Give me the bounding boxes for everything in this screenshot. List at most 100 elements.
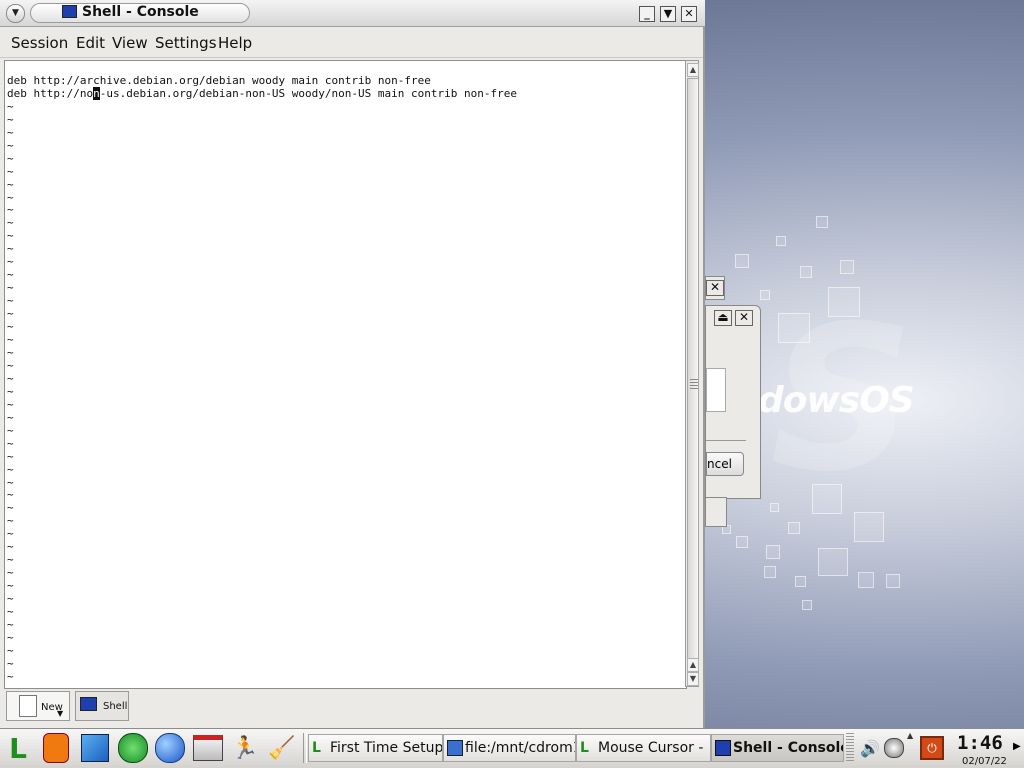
empty-line-marker: ~ [7,190,14,204]
network-icon[interactable] [882,732,906,764]
wallpaper-square [764,566,776,578]
empty-line-marker: ~ [7,553,14,567]
terminal-cursor: n [93,86,100,100]
empty-line-marker: ~ [7,345,14,359]
computer-box-icon[interactable] [79,732,111,764]
lindows-launcher-icon[interactable]: L [2,732,34,765]
menu-edit[interactable]: Edit [76,34,105,52]
globe-icon[interactable] [154,732,186,764]
clock[interactable]: 1:46 02/07/22 [951,731,1013,767]
lindows-task-icon: L [580,740,589,756]
vertical-scrollbar[interactable]: ▲ ▲ ▼ [685,60,699,687]
scroll-up-icon[interactable]: ▲ [687,63,699,77]
empty-line-marker: ~ [7,138,14,152]
empty-line-markers: ~ ~ ~ ~ ~ ~ ~ ~ ~ ~ ~ ~ ~ ~ ~ ~ ~ ~ ~ ~ ~ ~ ~ ~ ~ ~ ~ ~ ~ ~ ~ ~ ~ ~ ~ ~ ~ ~ ~ ~… [7,99,517,688]
taskbar-arrow-icon[interactable]: ▶ [1013,741,1021,752]
empty-line-marker: ~ [7,475,14,489]
scroll-down-icon[interactable]: ▼ [687,672,699,686]
new-session-button[interactable]: New ▼ [6,691,70,721]
empty-line-marker: ~ [7,643,14,657]
menu-session[interactable]: Session [11,34,68,52]
taskbar: L 🏃 🧹 L First Time Setup file:/mnt/cdrom… [0,728,1024,768]
wallpaper-square [840,260,854,274]
empty-line-marker: ~ [7,436,14,450]
wallpaper-square [854,512,884,542]
background-cancel-button[interactable]: ncel [706,452,744,476]
tray-arrow-icon[interactable]: ▲ [907,731,913,740]
wallpaper-square [736,536,748,548]
empty-line-marker: ~ [7,99,14,113]
broom-icon[interactable]: 🧹 [266,732,298,764]
task-mouse-cursor[interactable]: L Mouse Cursor - [576,734,711,762]
tab-shell[interactable]: Shell [75,691,129,721]
wallpaper-square [766,545,780,559]
speaker-icon[interactable]: 🔊 [858,732,882,764]
scroll-up-icon[interactable]: ▲ [687,658,699,672]
wallpaper-square [735,254,749,268]
empty-line-marker: ~ [7,281,14,295]
background-divider [706,440,746,441]
life-jacket-icon[interactable] [40,732,72,764]
empty-line-marker: ~ [7,384,14,398]
mail-icon[interactable] [192,732,224,764]
console-task-icon [715,740,731,756]
menu-bar: Session Edit View Settings Help [0,27,703,58]
background-dialog: ⏏ ✕ ncel [705,305,761,499]
background-dialog-back: ✕ [705,276,725,300]
wallpaper-square [886,574,900,588]
empty-line-marker: ~ [7,333,14,347]
empty-line-marker: ~ [7,242,14,256]
empty-line-marker: ~ [7,294,14,308]
background-dialog-field[interactable] [706,368,726,412]
empty-line-marker: ~ [7,592,14,606]
wallpaper-square [778,313,810,343]
folder-icon [447,740,463,756]
task-label: file:/mnt/cdrom1 [465,740,576,756]
menu-settings[interactable]: Settings [155,34,217,52]
empty-line-marker: ~ [7,358,14,372]
window-menu-icon[interactable]: ▼ [6,4,25,23]
maximize-button[interactable]: ▼ [660,6,676,22]
empty-line-marker: ~ [7,371,14,385]
close-button[interactable]: ✕ [681,6,697,22]
empty-line-marker: ~ [7,229,14,243]
scrollbar-thumb[interactable] [687,78,699,660]
terminal-line: deb http://non-us.debian.org/debian-non-… [7,86,517,101]
menu-help[interactable]: Help [218,34,252,52]
task-label: Mouse Cursor - [598,740,704,756]
minimize-button[interactable]: _ [639,6,655,22]
menu-view[interactable]: View [112,34,148,52]
empty-line-marker: ~ [7,605,14,619]
new-document-icon [19,695,37,717]
power-icon[interactable]: ⏻ [918,732,946,764]
background-shade-icon[interactable]: ⏏ [714,310,732,326]
task-file-manager[interactable]: file:/mnt/cdrom1 [443,734,576,762]
clock-time: 1:46 [957,732,1003,754]
wallpaper-square [788,522,800,534]
empty-line-marker: ~ [7,268,14,282]
background-close-icon[interactable]: ✕ [735,310,753,326]
lindows-task-icon: L [312,740,321,756]
run-person-icon[interactable]: 🏃 [229,732,261,764]
console-app-icon [62,5,77,18]
task-first-time-setup[interactable]: L First Time Setup [308,734,443,762]
empty-line-marker: ~ [7,669,14,683]
empty-line-marker: ~ [7,488,14,502]
background-close-icon[interactable]: ✕ [706,280,724,296]
wallpaper-logo-text: dowsOS [758,380,915,421]
task-label: First Time Setup [330,740,443,756]
taskbar-separator [303,733,307,763]
window-title: Shell - Console [82,4,199,20]
empty-line-marker: ~ [7,177,14,191]
empty-line-marker: ~ [7,203,14,217]
empty-line-marker: ~ [7,462,14,476]
empty-line-marker: ~ [7,527,14,541]
terminal-area[interactable]: deb http://archive.debian.org/debian woo… [4,60,687,689]
running-man-icon[interactable] [117,732,149,764]
task-shell-console[interactable]: Shell - Console [711,734,844,762]
background-dialog-bottom [705,497,727,527]
empty-line-marker: ~ [7,320,14,334]
title-bar[interactable]: ▼ Shell - Console _ ▼ ✕ [0,0,705,27]
empty-line-marker: ~ [7,125,14,139]
session-tab-bar: New ▼ Shell [0,689,703,725]
